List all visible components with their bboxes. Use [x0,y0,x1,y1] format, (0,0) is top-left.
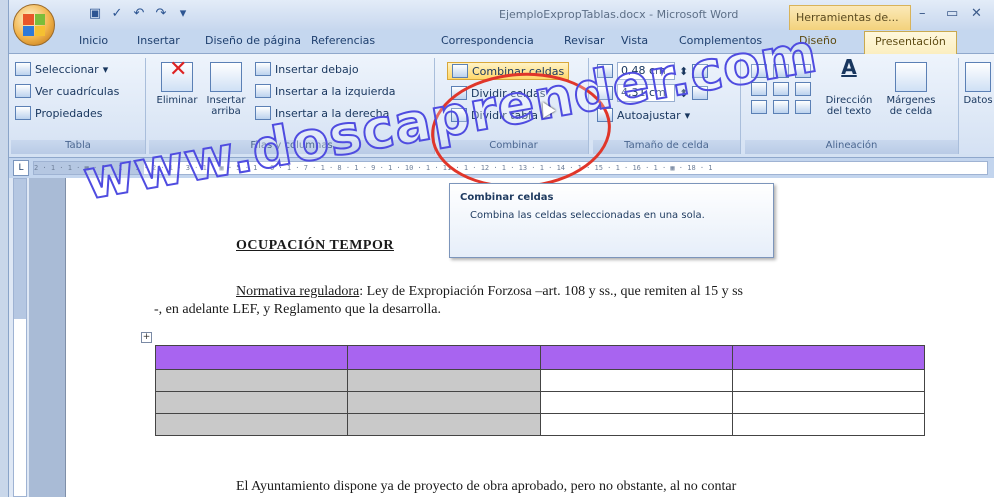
maximize-button[interactable]: ▭ [946,6,958,21]
group-label-alineacion: Alineación [745,140,958,154]
normativa-text: : Ley de Expropiación Forzosa –art. 108 … [359,284,743,299]
table-move-handle-icon[interactable]: + [141,332,152,343]
tab-revisar[interactable]: Revisar [564,34,604,47]
insertar-izquierda-button[interactable]: Insertar a la izquierda [255,84,396,98]
normativa-label: Normativa reguladora [236,284,360,299]
tooltip-body: Combina las celdas seleccionadas en una … [470,210,705,221]
tab-insertar[interactable]: Insertar [137,34,180,47]
propiedades-label: Propiedades [35,106,103,120]
seleccionar-button[interactable]: Seleccionar ▾ [15,62,108,76]
tooltip-title: Combinar celdas [460,192,554,203]
seleccionar-label: Seleccionar [35,62,99,76]
datos-button[interactable]: Datos [963,62,993,106]
direccion-texto-label: Dirección del texto [825,95,873,117]
table-row [154,391,926,414]
group-datos: Datos [961,58,994,154]
normativa-paragraph: Normativa reguladora: Ley de Expropiació… [236,284,743,300]
redo-icon[interactable]: ↷ [153,6,169,22]
insert-left-icon [255,84,271,98]
vertical-ruler-margin [14,179,26,319]
insert-below-icon [255,62,271,76]
tab-referencias[interactable]: Referencias [311,34,375,47]
table-cell[interactable] [154,413,349,436]
tab-correspondencia[interactable]: Correspondencia [441,34,534,47]
table-cell[interactable] [731,413,926,436]
grid-icon [15,84,31,98]
align-bottom-right-icon[interactable] [795,100,811,114]
table-cell[interactable] [347,413,541,436]
cell-margins-icon [895,62,927,92]
tab-vista[interactable]: Vista [621,34,648,47]
word-window: ▣ ✓ ↶ ↷ ▾ EjemploExpropTablas.docx - Mic… [8,0,994,497]
text-direction-icon: A [841,55,857,79]
table-cell[interactable] [539,391,733,414]
table-cell[interactable] [154,369,349,392]
undo-icon[interactable]: ↶ [131,6,147,22]
spelling-icon[interactable]: ✓ [109,6,125,22]
eliminar-label: Eliminar [156,95,198,106]
table-row [154,413,926,436]
group-label-tamano: Tamaño de celda [593,140,740,154]
insert-above-icon [210,62,242,92]
insertar-izquierda-label: Insertar a la izquierda [275,84,396,98]
ribbon-tabs: Inicio Insertar Diseño de página Referen… [9,30,994,54]
tab-selector-button[interactable]: L [13,160,29,176]
tab-diseno-pagina[interactable]: Diseño de página [205,34,301,47]
tab-inicio[interactable]: Inicio [79,34,108,47]
margenes-celda-button[interactable]: Márgenes de celda [881,62,941,117]
table-row [154,345,926,370]
close-button[interactable]: ✕ [971,6,982,21]
group-tabla: Seleccionar ▾ Ver cuadrículas Propiedades… [11,58,146,154]
table-cell[interactable] [154,391,349,414]
ver-cuadriculas-button[interactable]: Ver cuadrículas [15,84,119,98]
vertical-ruler[interactable] [13,178,27,497]
margenes-celda-label: Márgenes de celda [886,95,936,117]
propiedades-button[interactable]: Propiedades [15,106,102,120]
body-paragraph: El Ayuntamiento dispone ya de proyecto d… [236,479,737,494]
table-cell[interactable] [731,391,926,414]
datos-label: Datos [963,95,993,106]
dropdown-arrow-icon: ▾ [102,62,109,76]
document-title: EjemploExpropTablas.docx - Microsoft Wor… [499,8,739,21]
normativa-paragraph-line2: -, en adelante LEF, y Reglamento que la … [154,302,441,317]
table-cell[interactable] [539,345,733,370]
table-cell[interactable] [154,345,349,370]
table-cell[interactable] [731,345,926,370]
table-cell[interactable] [539,413,733,436]
quick-access-toolbar: ▣ ✓ ↶ ↷ ▾ [87,6,191,22]
delete-icon: ✕ [161,59,193,92]
table-cell[interactable] [539,369,733,392]
document-table[interactable] [154,345,926,436]
merge-cells-tooltip: Combinar celdas Combina las celdas selec… [449,183,774,258]
table-cell[interactable] [347,391,541,414]
table-cell[interactable] [731,369,926,392]
select-arrow-icon [15,62,31,76]
table-properties-icon [15,106,31,120]
merge-cells-icon [452,64,468,78]
align-bottom-center-icon[interactable] [773,100,789,114]
table-cell[interactable] [347,345,541,370]
insertar-debajo-label: Insertar debajo [275,62,359,76]
insertar-arriba-button[interactable]: Insertar arriba [203,62,249,117]
table-row [154,369,926,392]
title-bar: ▣ ✓ ↶ ↷ ▾ EjemploExpropTablas.docx - Mic… [9,0,994,30]
table-cell[interactable] [347,369,541,392]
data-icon [965,62,991,92]
office-logo-icon [23,14,45,36]
minimize-button[interactable]: – [919,6,926,21]
qat-dropdown-icon[interactable]: ▾ [175,6,191,22]
dropdown-arrow-icon: ▾ [684,108,691,122]
insertar-debajo-button[interactable]: Insertar debajo [255,62,359,76]
ver-cuadriculas-label: Ver cuadrículas [35,84,120,98]
document-heading: OCUPACIÓN TEMPOR [236,238,394,253]
eliminar-button[interactable]: ✕ Eliminar [155,59,199,107]
tab-presentacion[interactable]: Presentación [864,31,957,54]
direccion-texto-button[interactable]: A Dirección del texto [821,55,877,117]
align-bottom-left-icon[interactable] [751,100,767,114]
insertar-arriba-label: Insertar arriba [206,95,246,117]
save-icon[interactable]: ▣ [87,6,103,22]
office-button[interactable] [13,4,55,46]
